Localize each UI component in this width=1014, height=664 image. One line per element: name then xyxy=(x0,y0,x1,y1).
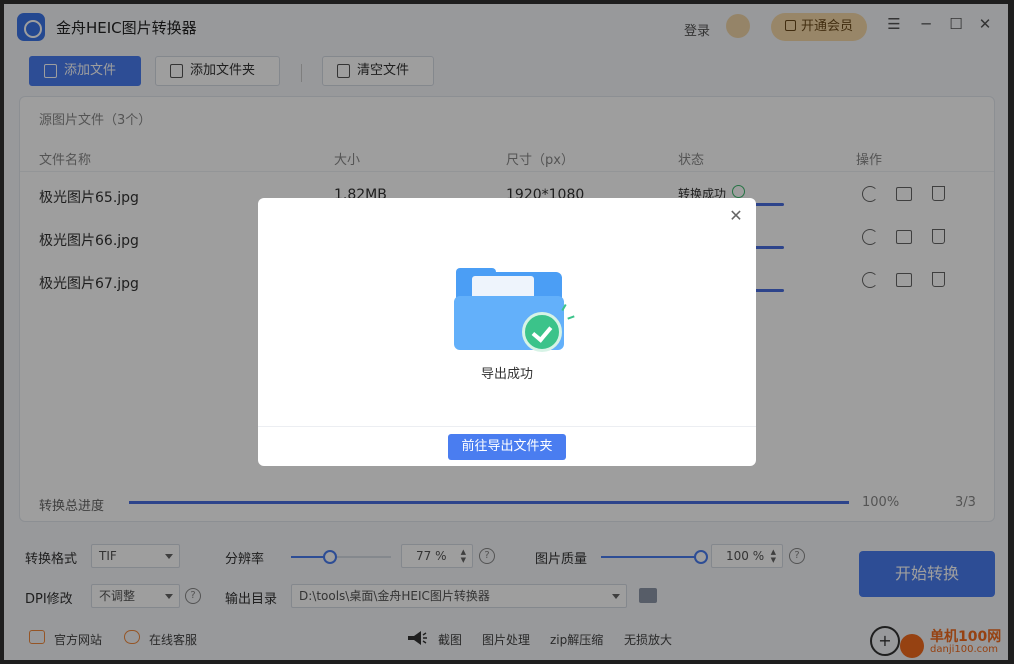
dialog-divider xyxy=(258,426,756,427)
success-check-icon xyxy=(522,312,562,352)
dialog-message: 导出成功 xyxy=(480,367,533,382)
app-window: 金舟HEIC图片转换器 登录 开通会员 ☰ ─ ☐ ✕ 添加文件 添加文件夹 清… xyxy=(4,4,1008,660)
close-icon[interactable]: ✕ xyxy=(728,208,744,224)
open-export-folder-button[interactable]: 前往导出文件夹 xyxy=(448,434,566,460)
check-mark xyxy=(531,321,553,343)
export-success-dialog: ✕ 导出成功 前往导出文件夹 xyxy=(258,198,756,466)
sparkle-icon xyxy=(567,315,575,320)
